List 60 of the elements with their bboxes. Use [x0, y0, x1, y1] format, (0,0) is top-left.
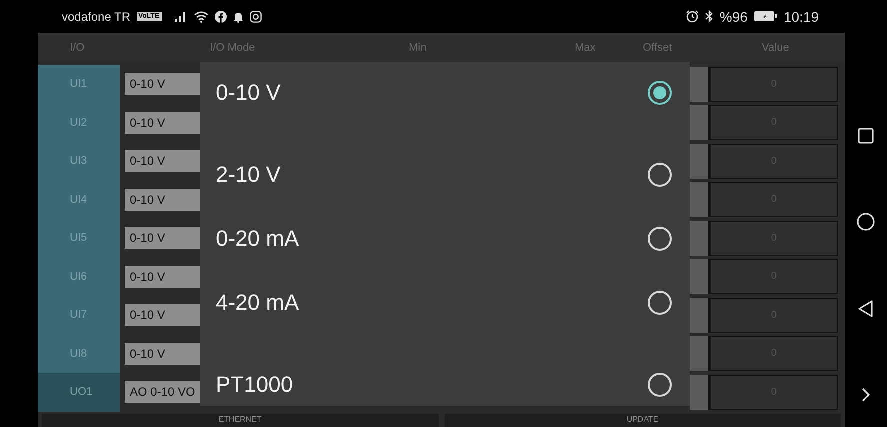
wifi-icon	[194, 10, 209, 22]
mode-dropdown[interactable]: 0-10 V	[125, 112, 200, 134]
io-label: UI5	[69, 232, 88, 244]
carrier-name: vodafone TR	[62, 10, 130, 24]
offset-cell[interactable]	[690, 105, 708, 140]
mode-dropdown[interactable]: 0-10 V	[125, 188, 200, 211]
chevron-right-icon[interactable]	[861, 386, 871, 402]
clock-time: 10:19	[784, 8, 819, 24]
io-label: UI3	[69, 155, 88, 168]
io-label: UI2	[69, 116, 88, 129]
mode-dropdown[interactable]: 0-10 V	[125, 73, 200, 96]
io-label: UI8	[69, 348, 88, 360]
radio-icon[interactable]	[647, 290, 673, 316]
column-header: Value	[762, 42, 790, 54]
io-label: UI4	[69, 194, 88, 206]
camera-icon	[250, 10, 262, 22]
io-label: UI1	[69, 78, 88, 90]
io-label: UI7	[69, 309, 88, 322]
offset-cell[interactable]	[690, 220, 708, 256]
bluetooth-icon	[704, 10, 714, 23]
mode-dropdown[interactable]: 0-10 V	[125, 150, 200, 172]
mode-dropdown[interactable]: 0-10 V	[125, 342, 200, 365]
alarm-icon	[686, 10, 699, 23]
column-header: Min	[409, 42, 427, 54]
radio-icon[interactable]	[647, 372, 673, 398]
mode-option[interactable]: 0-20 mA	[200, 207, 690, 271]
offset-cell[interactable]	[690, 144, 708, 179]
bell-icon	[232, 10, 244, 22]
mode-dropdown[interactable]: 0-10 V	[125, 266, 200, 288]
mode-option[interactable]: 0-10 V	[200, 70, 690, 144]
back-nav-icon[interactable]	[858, 300, 874, 318]
offset-cell[interactable]	[690, 336, 708, 372]
io-label: UI6	[69, 270, 88, 283]
mode-dropdown[interactable]: 0-10 V	[125, 304, 200, 326]
mode-option[interactable]: PT1000	[200, 334, 690, 398]
radio-icon[interactable]	[647, 226, 673, 252]
signal-icon	[174, 11, 188, 22]
offset-cell[interactable]	[690, 298, 708, 333]
bottom-button[interactable]: UPDATE	[444, 414, 841, 427]
offset-cell[interactable]	[690, 182, 708, 218]
mode-dropdown[interactable]: 0-10 V	[125, 227, 200, 250]
io-label: UO1	[69, 386, 93, 398]
mode-option[interactable]: 2-10 V	[200, 144, 690, 208]
radio-icon[interactable]	[647, 162, 673, 188]
facebook-icon	[214, 10, 227, 22]
home-nav-icon[interactable]	[857, 212, 875, 230]
radio-selected-icon[interactable]	[647, 80, 673, 106]
mode-option[interactable]: 4-20 mA	[200, 270, 690, 334]
offset-cell[interactable]	[690, 374, 708, 410]
mode-dropdown[interactable]: AO 0-10 VO	[125, 381, 200, 404]
offset-cell[interactable]	[690, 66, 708, 102]
battery-icon	[754, 11, 778, 22]
column-header: I/O Mode	[210, 42, 256, 54]
column-header: Max	[575, 42, 596, 54]
offset-cell[interactable]	[690, 259, 708, 294]
bottom-button[interactable]: ETHERNET	[42, 414, 438, 427]
battery-percent: %96	[720, 8, 748, 24]
column-header: I/O	[70, 42, 85, 54]
column-header: Offset	[643, 42, 672, 54]
square-nav-icon[interactable]	[858, 128, 874, 144]
